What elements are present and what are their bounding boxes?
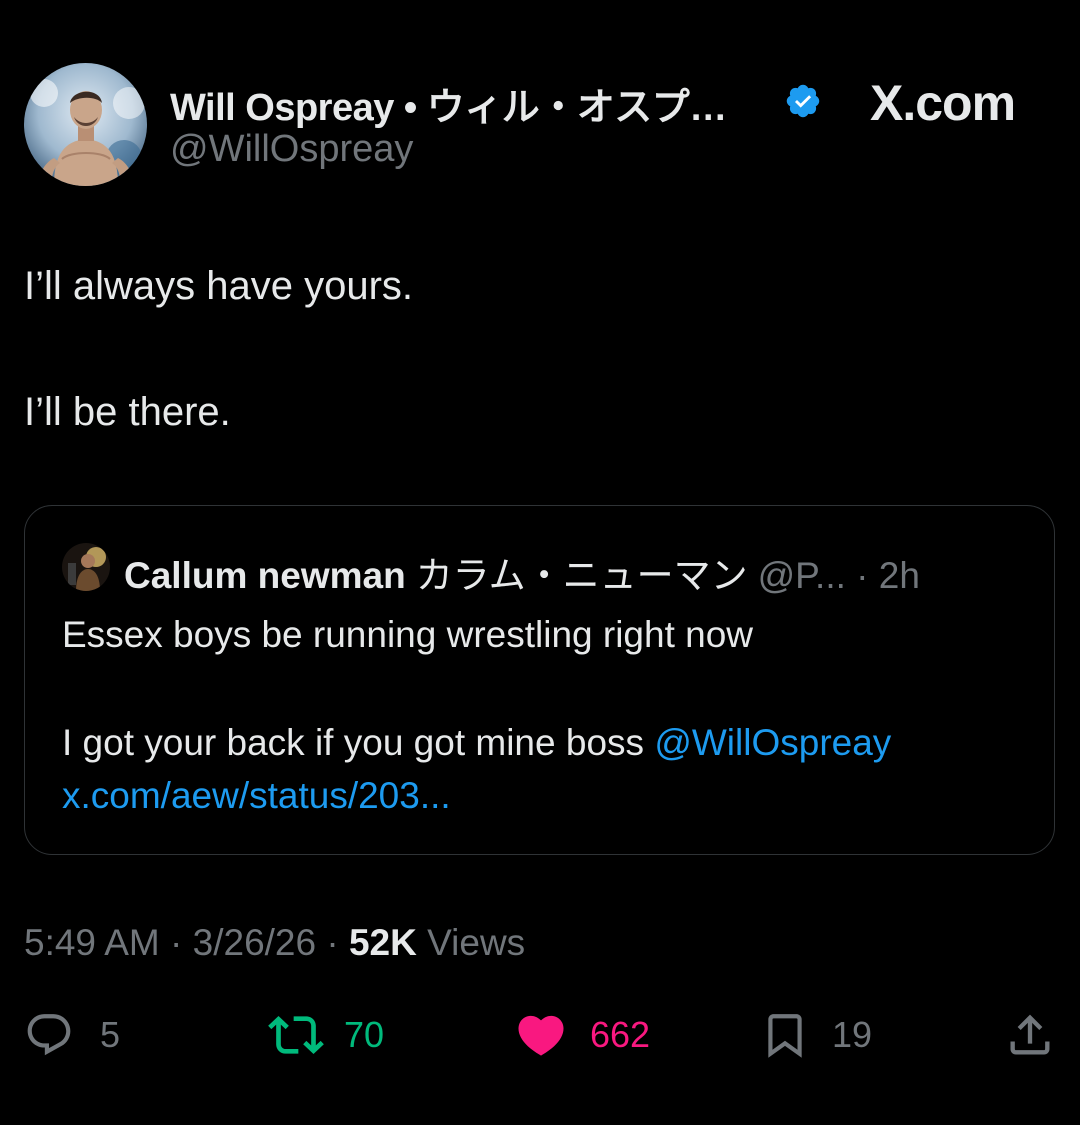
reply-button[interactable]: 5 bbox=[24, 1008, 120, 1062]
quoted-mention-link[interactable]: @WillOspreay bbox=[654, 722, 891, 763]
tweet-timestamp[interactable]: 5:49 AM · 3/26/26 · bbox=[24, 922, 349, 963]
site-label: X.com bbox=[870, 75, 1016, 131]
share-button[interactable] bbox=[1004, 1008, 1056, 1062]
author-handle[interactable]: @WillOspreay bbox=[170, 128, 413, 171]
reply-icon bbox=[27, 1014, 71, 1056]
quoted-text-line-2-text: I got your back if you got mine boss bbox=[62, 722, 655, 763]
quoted-handle-time: @P... · 2h bbox=[757, 555, 920, 596]
share-icon bbox=[1010, 1014, 1050, 1055]
like-count: 662 bbox=[590, 1014, 651, 1055]
heart-icon bbox=[518, 1015, 564, 1056]
quoted-tweet-header: Callum newman カラム・ニューマン @P... · 2h bbox=[124, 545, 920, 599]
bookmark-icon bbox=[768, 1014, 802, 1058]
wrestler-avatar-icon bbox=[24, 63, 147, 186]
tweet-text-line-2: I’ll be there. bbox=[24, 390, 231, 434]
tweet-meta: 5:49 AM · 3/26/26 · 52K Views bbox=[24, 922, 525, 964]
author-avatar[interactable] bbox=[24, 63, 147, 186]
quoted-avatar-icon bbox=[62, 543, 110, 591]
quoted-text-line-1: Essex boys be running wrestling right no… bbox=[62, 614, 754, 655]
tweet-text-line-1: I’ll always have yours. bbox=[24, 264, 414, 308]
quoted-status-link[interactable]: x.com/aew/status/203... bbox=[62, 775, 451, 817]
verified-badge-icon bbox=[786, 84, 820, 118]
quoted-author-name[interactable]: Callum newman bbox=[124, 555, 406, 596]
repost-button[interactable]: 70 bbox=[268, 1008, 384, 1062]
quoted-author-avatar[interactable] bbox=[62, 543, 110, 591]
reply-count: 5 bbox=[100, 1014, 121, 1055]
views-label: Views bbox=[416, 922, 526, 963]
quoted-text-line-2: I got your back if you got mine boss @Wi… bbox=[62, 722, 891, 764]
author-display-name[interactable]: Will Ospreay • ウィル・オスプ… bbox=[170, 76, 727, 131]
quoted-author-name-jp[interactable]: カラム・ニューマン bbox=[416, 554, 748, 597]
views-count: 52K bbox=[348, 922, 417, 963]
like-button[interactable]: 662 bbox=[514, 1008, 650, 1062]
bookmark-count: 19 bbox=[832, 1014, 873, 1055]
repost-icon bbox=[268, 1016, 324, 1054]
bookmark-button[interactable]: 19 bbox=[760, 1008, 872, 1062]
repost-count: 70 bbox=[344, 1014, 385, 1055]
